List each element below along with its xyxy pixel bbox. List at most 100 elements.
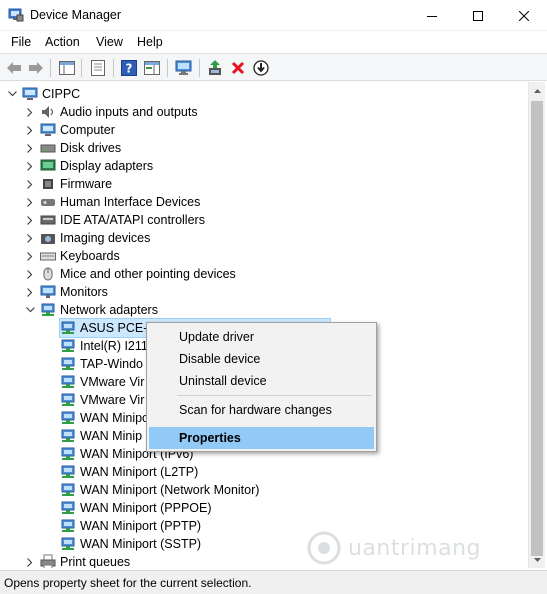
tree-category-display-adapters[interactable]: Display adapters — [24, 157, 153, 175]
printer-icon — [40, 554, 56, 568]
tree-category-label: Imaging devices — [60, 231, 151, 245]
menu-uninstall-device[interactable]: Uninstall device — [149, 370, 374, 392]
delete-x-icon — [231, 61, 245, 75]
chevron-right-icon[interactable] — [24, 247, 36, 265]
scroll-up-button[interactable] — [529, 82, 546, 99]
chevron-down-icon[interactable] — [6, 85, 18, 103]
menu-file[interactable]: File — [11, 35, 31, 49]
menu-properties[interactable]: Properties — [149, 427, 374, 449]
network-device-item[interactable]: WAN Miniport (SSTP) — [60, 535, 201, 553]
tree-category-computer[interactable]: Computer — [24, 121, 115, 139]
menu-help[interactable]: Help — [137, 35, 163, 49]
mice-and-other-pointing-devices-icon — [40, 266, 56, 282]
scroll-down-button[interactable] — [529, 551, 546, 568]
tree-root[interactable]: CIPPC — [6, 85, 80, 103]
action-pane-button[interactable] — [142, 58, 162, 78]
tree-category-network-adapters[interactable]: Network adapters — [24, 301, 158, 319]
network-device-item[interactable]: WAN Miniport (L2TP) — [60, 463, 198, 481]
display-adapters-icon — [40, 158, 56, 174]
menu-action[interactable]: Action — [45, 35, 80, 49]
chevron-right-icon[interactable] — [24, 553, 36, 568]
menu-update-driver[interactable]: Update driver — [149, 326, 374, 348]
tree-category-firmware[interactable]: Firmware — [24, 175, 112, 193]
forward-button[interactable] — [26, 58, 46, 78]
network-device-label: VMware Vir — [80, 375, 145, 389]
update-driver-button[interactable] — [205, 58, 225, 78]
scan-hardware-button[interactable] — [174, 58, 194, 78]
menu-update-driver-label: Update driver — [179, 330, 255, 344]
svg-text:?: ? — [126, 62, 133, 76]
back-button[interactable] — [4, 58, 24, 78]
tree-category-mice-and-other-pointing-devices[interactable]: Mice and other pointing devices — [24, 265, 236, 283]
network-device-item[interactable]: Intel(R) I211 — [60, 337, 148, 355]
scroll-down-icon — [534, 557, 541, 562]
tree-category-label: Computer — [60, 123, 115, 137]
network-device-label: WAN Minip — [80, 429, 143, 443]
network-adapter-icon — [60, 356, 76, 372]
chevron-right-icon[interactable] — [24, 229, 36, 247]
tree-category-keyboards[interactable]: Keyboards — [24, 247, 120, 265]
tree-category-audio-inputs-and-outputs[interactable]: Audio inputs and outputs — [24, 103, 198, 121]
tree-category-label: Monitors — [60, 285, 108, 299]
network-adapter-icon — [60, 518, 76, 534]
vertical-scrollbar[interactable] — [528, 82, 545, 568]
menu-scan-hardware[interactable]: Scan for hardware changes — [149, 399, 374, 421]
network-device-item[interactable]: VMware Vir — [60, 373, 144, 391]
network-device-label: WAN Minipo — [80, 411, 149, 425]
uninstall-device-button[interactable] — [228, 58, 248, 78]
menu-disable-device[interactable]: Disable device — [149, 348, 374, 370]
title-bar: Device Manager — [0, 0, 547, 31]
tree-category-human-interface-devices[interactable]: Human Interface Devices — [24, 193, 200, 211]
minimize-button[interactable] — [409, 0, 455, 31]
chevron-right-icon[interactable] — [24, 175, 36, 193]
tree-category-label: Display adapters — [60, 159, 154, 173]
tree-category-imaging-devices[interactable]: Imaging devices — [24, 229, 150, 247]
close-icon — [519, 10, 529, 21]
disk-drives-icon — [40, 140, 56, 156]
network-adapter-icon — [60, 320, 76, 336]
network-adapter-icon — [60, 410, 76, 426]
properties-toolbar-button[interactable] — [88, 58, 108, 78]
tree-category-label: Human Interface Devices — [60, 195, 201, 209]
tree-category-disk-drives[interactable]: Disk drives — [24, 139, 121, 157]
tree-root-label: CIPPC — [42, 87, 81, 101]
maximize-button[interactable] — [455, 0, 501, 31]
chevron-right-icon[interactable] — [24, 139, 36, 157]
tree-category-label: Keyboards — [60, 249, 120, 263]
chevron-right-icon[interactable] — [24, 265, 36, 283]
network-device-item[interactable]: VMware Vir — [60, 391, 144, 409]
disable-device-button[interactable] — [251, 58, 271, 78]
chevron-right-icon[interactable] — [24, 103, 36, 121]
chevron-right-icon[interactable] — [24, 121, 36, 139]
menu-view[interactable]: View — [96, 35, 123, 49]
console-tree-icon — [59, 61, 75, 75]
network-device-item[interactable]: WAN Miniport (PPTP) — [60, 517, 201, 535]
network-device-label: WAN Miniport (L2TP) — [80, 465, 199, 479]
maximize-icon — [473, 10, 483, 21]
tree-category-ide-ata-atapi-controllers[interactable]: IDE ATA/ATAPI controllers — [24, 211, 205, 229]
network-device-item[interactable]: WAN Miniport (PPPOE) — [60, 499, 212, 517]
computer-icon — [40, 122, 56, 138]
watermark: uantrimang — [304, 528, 514, 568]
tree-category-print-queues[interactable]: Print queues — [24, 553, 130, 568]
network-device-item[interactable]: WAN Minip — [60, 427, 142, 445]
network-device-item[interactable]: TAP-Windo — [60, 355, 143, 373]
chevron-right-icon[interactable] — [24, 157, 36, 175]
help-button[interactable]: ? — [119, 58, 139, 78]
chevron-right-icon[interactable] — [24, 193, 36, 211]
menu-disable-device-label: Disable device — [179, 352, 261, 366]
status-bar: Opens property sheet for the current sel… — [0, 570, 547, 594]
show-hide-console-tree-button[interactable] — [57, 58, 77, 78]
network-device-item[interactable]: WAN Miniport (Network Monitor) — [60, 481, 259, 499]
chevron-down-icon[interactable] — [24, 301, 36, 319]
chevron-right-icon[interactable] — [24, 211, 36, 229]
tree-category-monitors[interactable]: Monitors — [24, 283, 108, 301]
network-device-item[interactable]: WAN Minipo — [60, 409, 149, 427]
chevron-right-icon[interactable] — [24, 283, 36, 301]
network-device-label: WAN Miniport (PPPOE) — [80, 501, 212, 515]
close-button[interactable] — [501, 0, 547, 31]
menu-properties-label: Properties — [179, 431, 241, 445]
keyboards-icon — [40, 248, 56, 264]
scroll-thumb[interactable] — [531, 101, 543, 556]
audio-inputs-and-outputs-icon — [40, 104, 56, 120]
